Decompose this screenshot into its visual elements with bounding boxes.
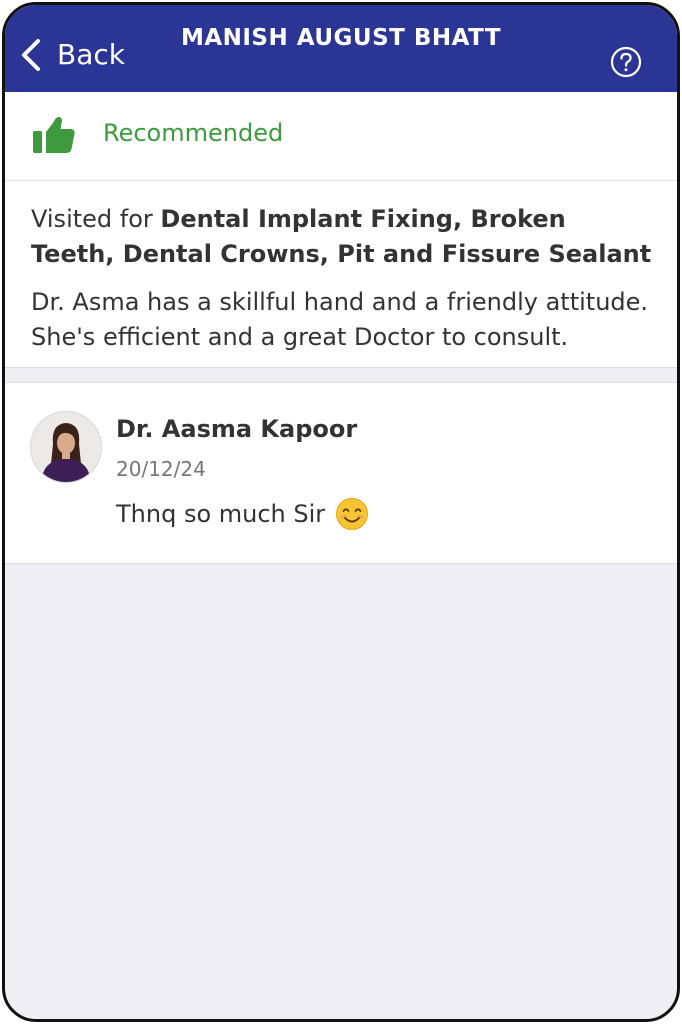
review-card: Visited for Dental Implant Fixing, Broke… [5, 181, 677, 368]
reply-message: Thnq so much Sir [116, 497, 369, 531]
review-text: Dr. Asma has a skillful hand and a frien… [31, 288, 649, 351]
reply-text: Thnq so much Sir [116, 500, 326, 528]
help-icon[interactable] [610, 46, 642, 78]
thumbs-up-icon [33, 116, 75, 153]
reply-author: Dr. Aasma Kapoor [116, 415, 358, 443]
recommended-label: Recommended [103, 119, 284, 147]
visited-for-text: Visited for Dental Implant Fixing, Broke… [31, 202, 656, 272]
smiling-face-icon [336, 498, 369, 530]
reply-date: 20/12/24 [116, 457, 206, 481]
avatar [30, 411, 102, 483]
doctor-reply: Dr. Aasma Kapoor 20/12/24 Thnq so much S… [5, 382, 677, 564]
top-bar: Back MANISH AUGUST BHATT [5, 5, 677, 92]
doctor-portrait-icon [31, 412, 101, 482]
page-title: MANISH AUGUST BHATT [180, 25, 502, 51]
recommendation-row: Recommended [5, 92, 677, 181]
visited-prefix: Visited for [31, 205, 161, 233]
phone-screen: Back MANISH AUGUST BHATT Recommended Vis… [2, 2, 680, 1022]
